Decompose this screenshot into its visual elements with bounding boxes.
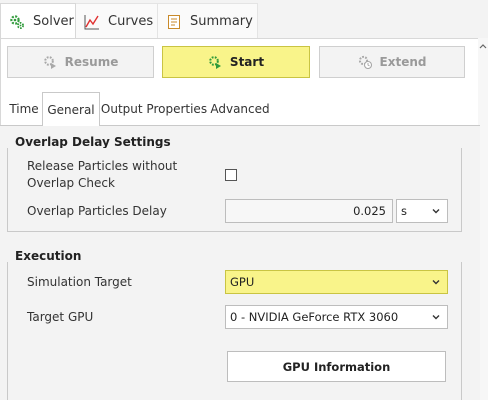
overlap-section-title: Overlap Delay Settings: [15, 135, 171, 149]
tab-curves-label: Curves: [108, 14, 154, 29]
resume-button[interactable]: Resume: [7, 46, 154, 78]
chevron-down-icon: [431, 206, 441, 216]
chart-line-icon: [84, 14, 100, 30]
overlap-delay-unit-select[interactable]: s: [396, 199, 448, 223]
overlap-delay-unit-value: s: [401, 204, 407, 218]
resume-button-label: Resume: [64, 55, 119, 69]
start-button[interactable]: Start: [162, 46, 310, 78]
tab-general-label: General: [47, 102, 95, 117]
tab-summary-label: Summary: [190, 14, 253, 29]
release-particles-label: Release Particles without Overlap Check: [27, 159, 178, 190]
execution-section-title: Execution: [15, 249, 82, 263]
tab-curves[interactable]: Curves: [76, 3, 158, 39]
gear-clock-icon: [358, 55, 372, 69]
start-button-label: Start: [229, 55, 265, 69]
gpu-information-button[interactable]: GPU Information: [227, 351, 446, 382]
simulation-target-value: GPU: [230, 275, 255, 289]
scroll-up-icon[interactable]: [478, 42, 488, 52]
tab-advanced[interactable]: Advanced: [208, 94, 272, 124]
gpu-information-label: GPU Information: [282, 359, 391, 374]
summary-document-icon: [166, 14, 182, 30]
target-gpu-select[interactable]: 0 - NVIDIA GeForce RTX 3060: [225, 305, 448, 329]
tab-general[interactable]: General: [42, 92, 100, 126]
gear-play-icon: [208, 55, 222, 69]
gear-play-icon: [43, 55, 57, 69]
target-gpu-label: Target GPU: [27, 310, 94, 324]
overlap-delay-value: 0.025: [353, 204, 386, 218]
simulation-target-select[interactable]: GPU: [225, 270, 448, 294]
simulation-target-label: Simulation Target: [27, 275, 132, 289]
tab-output-properties[interactable]: Output Properties: [100, 94, 208, 124]
overlap-delay-label: Overlap Particles Delay: [27, 204, 167, 218]
tab-time-label: Time: [9, 102, 39, 116]
chevron-down-icon: [431, 277, 441, 287]
tab-output-properties-label: Output Properties: [100, 102, 208, 116]
gears-icon: [9, 14, 25, 30]
extend-button[interactable]: Extend: [319, 46, 465, 78]
tab-summary[interactable]: Summary: [158, 3, 258, 39]
overlap-delay-input[interactable]: 0.025: [225, 199, 393, 223]
target-gpu-value: 0 - NVIDIA GeForce RTX 3060: [230, 310, 399, 324]
tab-solver[interactable]: Solver: [0, 3, 76, 39]
tab-time[interactable]: Time: [6, 94, 42, 124]
tab-solver-label: Solver: [33, 14, 74, 29]
chevron-down-icon: [431, 312, 441, 322]
extend-button-label: Extend: [379, 55, 427, 69]
release-particles-checkbox[interactable]: [225, 169, 237, 181]
tab-advanced-label: Advanced: [210, 102, 270, 116]
